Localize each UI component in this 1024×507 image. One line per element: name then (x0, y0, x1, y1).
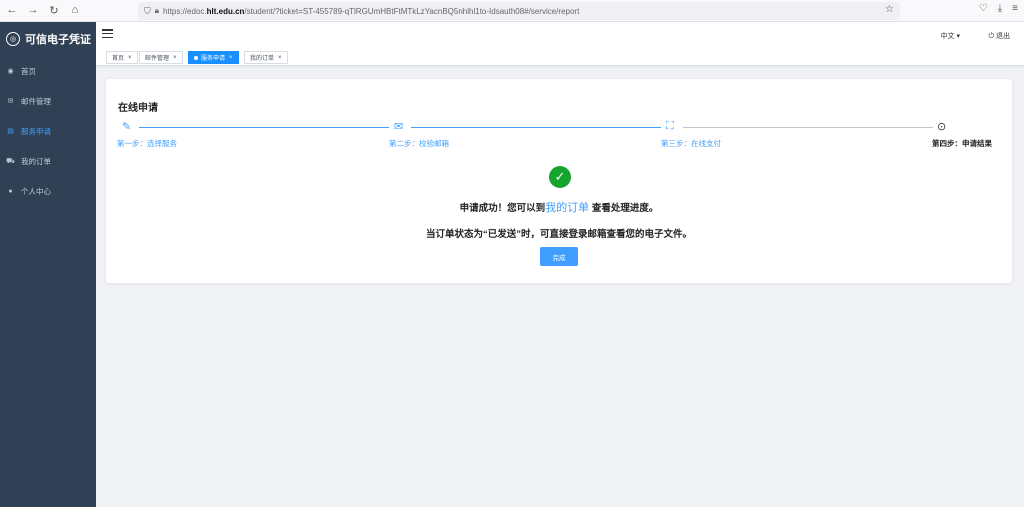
language-dropdown[interactable]: 中文 ▾ (941, 31, 960, 41)
lock-icon[interactable]: 🔒︎ (155, 6, 159, 16)
url-host: hlt.edu.cn (206, 6, 245, 16)
document-icon: ▤ (7, 128, 14, 135)
bag-icon: ⛶ (666, 120, 674, 132)
success-check-icon: ✓ (549, 166, 571, 188)
caret-down-icon: ▾ (956, 33, 960, 40)
active-dot-icon (194, 55, 198, 60)
forward-icon[interactable]: → (27, 4, 39, 17)
step-line-1 (139, 127, 389, 128)
logout-button[interactable]: ⏻ 退出 (989, 31, 1010, 41)
sidebar-item-mail[interactable]: ✉ 邮件管理 (0, 86, 96, 116)
close-icon[interactable]: × (128, 55, 132, 61)
pocket-icon[interactable]: ♡ (979, 3, 988, 14)
message-prefix: 申请成功！您可以到 (459, 203, 546, 214)
tag-label: 服务申请 (201, 56, 226, 62)
reload-icon[interactable]: ↻ (48, 4, 60, 17)
tag-label: 首页 (112, 56, 125, 62)
sidebar-item-orders[interactable]: ⛟ 我的订单 (0, 146, 96, 176)
browser-toolbar: ← → ↻ ⌂ ⛉ 🔒︎ https://edoc. hlt.edu.cn/stu… (0, 0, 1024, 22)
sidebar-item-service[interactable]: ▤ 服务申请 (0, 116, 96, 146)
step-3-label: 第三步：在线支付 (661, 139, 721, 148)
check-circle-icon: ⊙ (937, 121, 947, 133)
hamburger-icon[interactable] (102, 29, 113, 39)
application-card: 在线申请 ✎ ✉ ⛶ ⊙ 第一步：选择服务 第二步：校验邮箱 第三步：在线支付 … (106, 79, 1012, 283)
browser-nav: ← → ↻ ⌂ (0, 4, 140, 17)
step-4-label: 第四步：申请结果 (932, 139, 992, 148)
url-path: /student/?ticket=ST-455789-qTlRGUmHBtFtM… (244, 6, 580, 16)
logo: ◎ 可信电子凭证 (0, 22, 96, 56)
my-orders-link[interactable]: 我的订单 (545, 202, 589, 214)
sidebar-item-home[interactable]: ◉ 首页 (0, 56, 96, 86)
logo-text: 可信电子凭证 (25, 34, 91, 46)
power-icon: ⏻ (988, 33, 996, 40)
done-button[interactable]: 完成 (540, 247, 578, 266)
close-icon[interactable]: × (278, 55, 282, 61)
cart-icon: ⛟ (6, 157, 15, 165)
success-message: 申请成功！您可以到我的订单 查看处理进度。 (106, 199, 1012, 215)
sidebar-item-label: 邮件管理 (21, 96, 51, 106)
bookmark-star-icon[interactable]: ☆ (885, 4, 894, 15)
tag-home[interactable]: 首页 × (106, 51, 138, 64)
top-header: 中文 ▾ ⏻ 退出 (96, 22, 1024, 48)
download-icon[interactable]: ⤓ (998, 3, 1002, 14)
tag-service[interactable]: 服务申请 × (188, 51, 239, 64)
tag-label: 邮件管理 (145, 56, 170, 62)
envelope-icon: ✉ (7, 98, 14, 105)
close-icon[interactable]: × (173, 55, 177, 61)
close-icon[interactable]: × (229, 55, 233, 61)
message-suffix: 查看处理进度。 (591, 203, 659, 214)
browser-actions: ♡ ⤓ ≡ (979, 3, 1018, 14)
sidebar-item-label: 服务申请 (21, 126, 51, 136)
sidebar-item-label: 我的订单 (21, 156, 51, 166)
tag-mail[interactable]: 邮件管理 × (139, 51, 183, 64)
sidebar-item-label: 首页 (21, 66, 36, 76)
address-bar[interactable]: ⛉ 🔒︎ https://edoc. hlt.edu.cn/student/?ti… (138, 2, 900, 20)
tag-orders[interactable]: 我的订单 × (244, 51, 288, 64)
sidebar-item-label: 个人中心 (21, 186, 51, 196)
sidebar-item-profile[interactable]: ● 个人中心 (0, 176, 96, 206)
dashboard-icon: ◉ (7, 68, 14, 75)
step-2-label: 第二步：校验邮箱 (389, 139, 449, 148)
shield-icon[interactable]: ⛉ (144, 6, 151, 17)
inbox-icon: ✉ (394, 121, 404, 133)
logo-emblem-icon: ◎ (6, 32, 20, 46)
logout-label: 退出 (996, 33, 1010, 40)
status-hint: 当订单状态为“已发送”时，可直接登录邮箱查看您的电子文件。 (425, 229, 692, 240)
tag-label: 我的订单 (250, 56, 275, 62)
page-title: 在线申请 (118, 103, 158, 114)
url-prefix: https://edoc. (163, 6, 207, 16)
step-line-3 (683, 127, 933, 128)
step-line-2 (411, 127, 661, 128)
back-icon[interactable]: ← (6, 4, 18, 17)
sidebar: ◎ 可信电子凭证 ◉ 首页 ✉ 邮件管理 ▤ 服务申请 ⛟ 我的订单 ● 个人中… (0, 22, 96, 507)
tags-view: 首页 × 邮件管理 × 服务申请 × 我的订单 × (96, 48, 1024, 66)
pencil-icon: ✎ (122, 121, 132, 133)
home-icon[interactable]: ⌂ (69, 4, 81, 17)
menu-icon[interactable]: ≡ (1012, 3, 1018, 14)
language-label: 中文 (940, 33, 955, 40)
user-icon: ● (8, 187, 13, 195)
step-1-label: 第一步：选择服务 (117, 139, 177, 148)
